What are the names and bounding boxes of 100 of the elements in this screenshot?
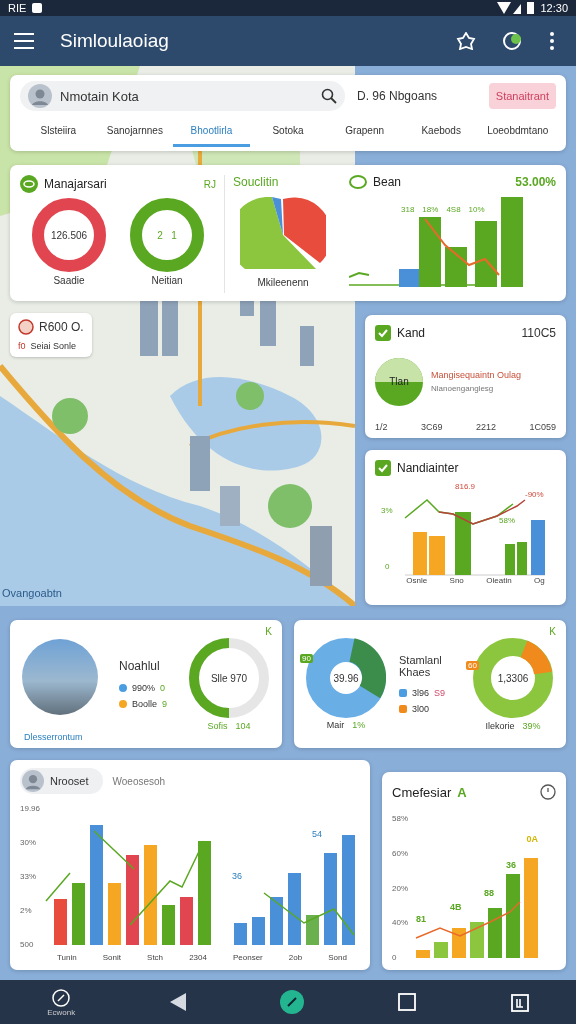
section-title: Bean — [373, 175, 402, 189]
chart-label: 3% — [381, 506, 393, 515]
bar — [72, 883, 86, 945]
tab[interactable]: Bhootlirla — [173, 117, 250, 147]
donut-value: 126.506 — [50, 229, 88, 241]
chart-tag: 54 — [312, 829, 323, 839]
legend-title: R600 O. — [39, 320, 84, 334]
corner-label: K — [265, 626, 272, 637]
chart-tag: 36 — [506, 860, 516, 870]
headline: Mangisequaintn Oulag — [431, 370, 522, 380]
tab[interactable]: Sotoka — [249, 117, 327, 147]
bar — [234, 923, 248, 945]
chart-label: 816.9 — [455, 482, 476, 491]
axis-label: Tunin — [57, 953, 77, 962]
tab[interactable]: Slsteiira — [20, 117, 97, 147]
legend-text: Seiai Sonle — [30, 341, 77, 351]
square-icon[interactable] — [398, 993, 417, 1011]
bar — [416, 950, 430, 958]
tree — [52, 398, 88, 434]
axis-tick: 500 — [20, 940, 35, 949]
compass-icon[interactable] — [51, 987, 72, 1008]
tree — [236, 382, 264, 410]
bar — [108, 883, 122, 945]
more-icon[interactable] — [550, 32, 554, 50]
tab[interactable]: Sanojarnnes — [96, 117, 174, 147]
bar — [488, 908, 502, 958]
bar-label: 10% — [468, 205, 485, 214]
tab[interactable]: Kaebods — [402, 117, 480, 147]
photo-link[interactable]: Dlesserrontum — [24, 732, 83, 742]
star-icon[interactable] — [456, 32, 476, 50]
stat-value: 2212 — [475, 422, 496, 432]
avatar-icon — [28, 84, 52, 108]
donut-label: Neitian — [151, 275, 183, 286]
axis-label: Sonit — [102, 953, 121, 962]
legend-text: 3l00 — [412, 704, 429, 714]
card-title: Nandiainter — [397, 461, 459, 475]
app-title: Simloulaoiag — [60, 30, 169, 52]
pin-icon — [18, 319, 34, 335]
signal-icon — [497, 2, 522, 14]
axis-tick: 33% — [20, 872, 37, 881]
bar — [270, 897, 284, 945]
section-title: Souclitin — [233, 175, 279, 189]
trend-line — [349, 271, 370, 278]
axis-label: Og — [534, 576, 545, 585]
nav-caption: Ecwonk — [47, 1007, 76, 1017]
chart-tag: 36 — [232, 871, 243, 881]
footer-value: 104 — [235, 721, 251, 731]
bar — [434, 942, 448, 958]
bar-label: 318 — [401, 205, 415, 214]
bar — [531, 520, 545, 575]
search-field[interactable]: Nmotain Kota — [20, 81, 345, 111]
axis-tick: 20% — [392, 883, 408, 893]
donut-value: 1,3306 — [497, 672, 529, 684]
bar-label: 18% — [422, 205, 439, 214]
chart-tag: 90 — [300, 654, 313, 663]
menu-icon[interactable] — [14, 33, 34, 49]
axis-tick: 0 — [392, 953, 398, 962]
bar — [429, 536, 445, 575]
check-icon — [375, 460, 391, 476]
bar — [505, 544, 515, 575]
axis-label: Peonser — [232, 953, 263, 962]
axis-label: Stch — [147, 953, 164, 962]
subline: Nlanoenganglesg — [431, 384, 495, 393]
axis-tick: 40% — [392, 918, 408, 928]
building — [190, 436, 210, 491]
card-title: Stamlanl Khaes — [399, 654, 443, 678]
bar — [252, 917, 266, 945]
axis-label: Sond — [328, 953, 347, 962]
card-mark: A — [457, 784, 467, 800]
bar — [288, 873, 302, 945]
bar — [162, 905, 176, 945]
notification-icon — [32, 3, 43, 13]
map-label: Ovangoabtn — [2, 587, 62, 599]
footer-value: 39% — [522, 721, 541, 731]
chart-tag: 0A — [526, 834, 538, 844]
globe-icon[interactable] — [502, 31, 524, 51]
chart-label: -90% — [525, 490, 544, 499]
axis-tick: 58% — [392, 814, 408, 823]
bar — [180, 897, 194, 945]
bar — [470, 922, 484, 958]
tab[interactable]: Loeobdmtano — [479, 117, 557, 147]
legend-text: Boolle — [131, 699, 157, 709]
axis-label: Osnle — [406, 576, 428, 585]
donut-value: Tlan — [389, 376, 409, 387]
legend-marker: f0 — [18, 341, 26, 351]
donut-value: 39.96 — [333, 672, 359, 684]
axis-tick: 30% — [20, 838, 37, 847]
tab[interactable]: Grapenn — [326, 117, 403, 147]
footer-text: Ilekorie — [485, 721, 515, 731]
stat-value: 1/2 — [375, 422, 388, 432]
card-subtitle: Woeosesoh — [112, 775, 166, 787]
status-time: 12:30 — [540, 2, 568, 14]
calendar-icon[interactable] — [510, 992, 529, 1012]
user-chip[interactable]: Nrooset — [20, 768, 103, 794]
filter-label[interactable]: D. 96 Nbgoans — [357, 89, 438, 103]
edit-icon[interactable] — [280, 990, 304, 1014]
tree — [268, 484, 312, 528]
card-title: Cmefesiar — [392, 784, 452, 800]
clock-icon[interactable] — [540, 784, 556, 800]
back-icon[interactable] — [169, 993, 186, 1011]
